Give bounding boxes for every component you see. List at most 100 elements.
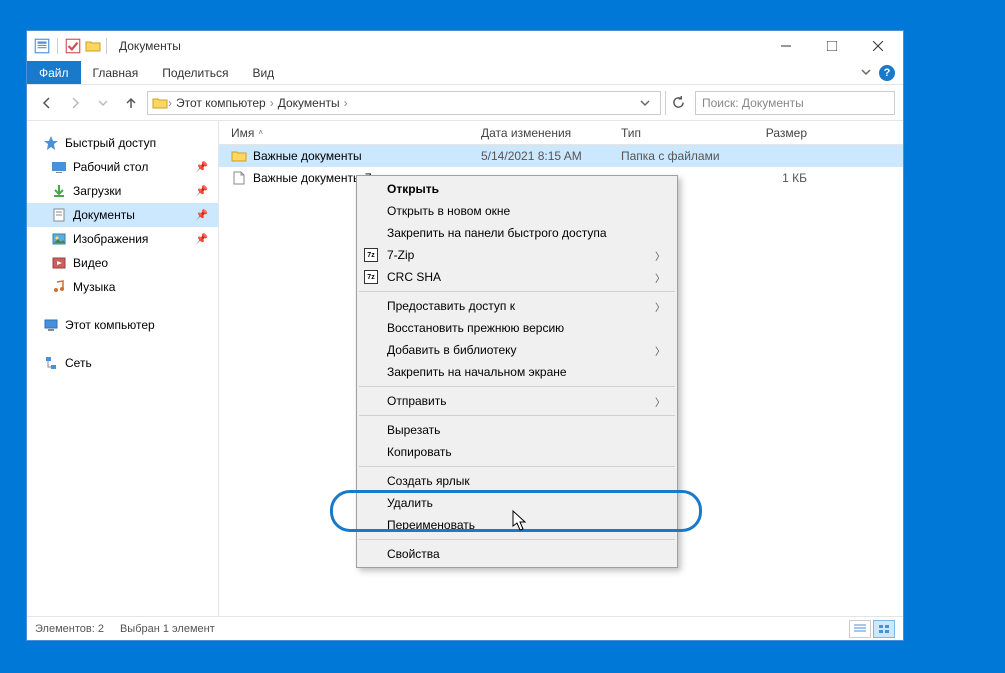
column-headers: Имя˄ Дата изменения Тип Размер bbox=[219, 121, 903, 145]
music-icon bbox=[51, 279, 67, 295]
ribbon-tab-share[interactable]: Поделиться bbox=[150, 61, 240, 84]
sidebar-item-downloads[interactable]: Загрузки 📌 bbox=[27, 179, 218, 203]
cm-add-library[interactable]: Добавить в библиотеку〉 bbox=[357, 339, 677, 361]
status-selection: Выбран 1 элемент bbox=[120, 623, 215, 635]
seven-zip-icon: 7z bbox=[363, 269, 379, 285]
qat-check-icon[interactable] bbox=[64, 37, 82, 55]
pin-icon: 📌 bbox=[196, 234, 208, 245]
file-size: 1 КБ bbox=[749, 171, 819, 185]
column-name[interactable]: Имя˄ bbox=[219, 126, 469, 140]
cm-separator bbox=[359, 539, 675, 540]
desktop-icon bbox=[51, 159, 67, 175]
cm-cut[interactable]: Вырезать bbox=[357, 419, 677, 441]
cm-separator bbox=[359, 415, 675, 416]
titlebar: Документы bbox=[27, 31, 903, 61]
cm-create-shortcut[interactable]: Создать ярлык bbox=[357, 470, 677, 492]
help-icon[interactable]: ? bbox=[879, 65, 895, 81]
sort-caret-icon: ˄ bbox=[258, 128, 263, 137]
cm-7zip[interactable]: 7z7-Zip〉 bbox=[357, 244, 677, 266]
sidebar-quick-access[interactable]: Быстрый доступ bbox=[27, 131, 218, 155]
cm-send-to[interactable]: Отправить〉 bbox=[357, 390, 677, 412]
file-date: 5/14/2021 8:15 AM bbox=[469, 149, 609, 163]
ribbon-tab-view[interactable]: Вид bbox=[240, 61, 286, 84]
view-details-button[interactable] bbox=[849, 620, 871, 638]
title-separator bbox=[106, 38, 107, 54]
sidebar-item-music[interactable]: Музыка bbox=[27, 275, 218, 299]
file-type: Папка с файлами bbox=[609, 149, 749, 163]
sidebar-item-label: Документы bbox=[73, 208, 135, 222]
sidebar-item-label: Изображения bbox=[73, 232, 148, 246]
qat-separator bbox=[57, 38, 58, 54]
cm-restore-previous[interactable]: Восстановить прежнюю версию bbox=[357, 317, 677, 339]
nav-back-button[interactable] bbox=[35, 91, 59, 115]
column-type[interactable]: Тип bbox=[609, 126, 749, 140]
sidebar: Быстрый доступ Рабочий стол 📌 Загрузки 📌… bbox=[27, 121, 219, 616]
sidebar-this-pc[interactable]: Этот компьютер bbox=[27, 313, 218, 337]
breadcrumb-this-pc[interactable]: Этот компьютер bbox=[172, 96, 270, 110]
cm-crc-sha[interactable]: 7zCRC SHA〉 bbox=[357, 266, 677, 288]
ribbon-tab-home[interactable]: Главная bbox=[81, 61, 151, 84]
cm-open[interactable]: Открыть bbox=[357, 178, 677, 200]
cm-properties[interactable]: Свойства bbox=[357, 543, 677, 565]
ribbon-collapse-chevron[interactable] bbox=[861, 66, 871, 80]
qat-properties-icon[interactable] bbox=[33, 37, 51, 55]
breadcrumb[interactable]: › Этот компьютер › Документы › bbox=[147, 91, 661, 115]
search-input[interactable]: Поиск: Документы bbox=[695, 91, 895, 115]
breadcrumb-documents[interactable]: Документы bbox=[274, 96, 344, 110]
cm-rename[interactable]: Переименовать bbox=[357, 514, 677, 536]
window-title: Документы bbox=[119, 39, 181, 53]
sidebar-item-label: Рабочий стол bbox=[73, 160, 148, 174]
sidebar-item-label: Загрузки bbox=[73, 184, 121, 198]
qat-folder-icon[interactable] bbox=[84, 37, 102, 55]
file-row-folder[interactable]: Важные документы 5/14/2021 8:15 AM Папка… bbox=[219, 145, 903, 167]
cm-open-new-window[interactable]: Открыть в новом окне bbox=[357, 200, 677, 222]
this-pc-icon bbox=[43, 317, 59, 333]
cm-grant-access[interactable]: Предоставить доступ к〉 bbox=[357, 295, 677, 317]
pin-icon: 📌 bbox=[196, 210, 208, 221]
sidebar-item-pictures[interactable]: Изображения 📌 bbox=[27, 227, 218, 251]
pictures-icon bbox=[51, 231, 67, 247]
sidebar-item-label: Видео bbox=[73, 256, 108, 270]
search-placeholder: Поиск: Документы bbox=[702, 96, 804, 110]
breadcrumb-dropdown-icon[interactable] bbox=[640, 98, 650, 108]
status-count: Элементов: 2 bbox=[35, 623, 104, 635]
minimize-button[interactable] bbox=[763, 31, 809, 61]
submenu-arrow-icon: 〉 bbox=[655, 299, 665, 314]
seven-zip-icon: 7z bbox=[363, 247, 379, 263]
sidebar-network[interactable]: Сеть bbox=[27, 351, 218, 375]
column-date[interactable]: Дата изменения bbox=[469, 126, 609, 140]
videos-icon bbox=[51, 255, 67, 271]
submenu-arrow-icon: 〉 bbox=[655, 394, 665, 409]
documents-icon bbox=[51, 207, 67, 223]
downloads-icon bbox=[51, 183, 67, 199]
sidebar-item-desktop[interactable]: Рабочий стол 📌 bbox=[27, 155, 218, 179]
refresh-button[interactable] bbox=[665, 91, 691, 115]
breadcrumb-folder-icon bbox=[152, 95, 168, 111]
close-button[interactable] bbox=[855, 31, 901, 61]
submenu-arrow-icon: 〉 bbox=[655, 343, 665, 358]
view-large-icons-button[interactable] bbox=[873, 620, 895, 638]
cm-separator bbox=[359, 291, 675, 292]
nav-forward-button[interactable] bbox=[63, 91, 87, 115]
navbar: › Этот компьютер › Документы › Поиск: До… bbox=[27, 85, 903, 121]
sidebar-quick-access-label: Быстрый доступ bbox=[65, 136, 156, 150]
maximize-button[interactable] bbox=[809, 31, 855, 61]
nav-up-button[interactable] bbox=[119, 91, 143, 115]
context-menu: Открыть Открыть в новом окне Закрепить н… bbox=[356, 175, 678, 568]
column-size[interactable]: Размер bbox=[749, 126, 819, 140]
sidebar-item-documents[interactable]: Документы 📌 bbox=[27, 203, 218, 227]
cm-pin-quick-access[interactable]: Закрепить на панели быстрого доступа bbox=[357, 222, 677, 244]
sidebar-item-videos[interactable]: Видео bbox=[27, 251, 218, 275]
cm-copy[interactable]: Копировать bbox=[357, 441, 677, 463]
file-icon bbox=[231, 170, 247, 186]
ribbon-tab-file[interactable]: Файл bbox=[27, 61, 81, 84]
sidebar-network-label: Сеть bbox=[65, 356, 92, 370]
submenu-arrow-icon: 〉 bbox=[655, 248, 665, 263]
cm-delete[interactable]: Удалить bbox=[357, 492, 677, 514]
submenu-arrow-icon: 〉 bbox=[655, 270, 665, 285]
cm-pin-start[interactable]: Закрепить на начальном экране bbox=[357, 361, 677, 383]
nav-recent-dropdown[interactable] bbox=[91, 91, 115, 115]
sidebar-item-label: Музыка bbox=[73, 280, 115, 294]
ribbon-tabs: Файл Главная Поделиться Вид ? bbox=[27, 61, 903, 85]
sidebar-this-pc-label: Этот компьютер bbox=[65, 318, 155, 332]
